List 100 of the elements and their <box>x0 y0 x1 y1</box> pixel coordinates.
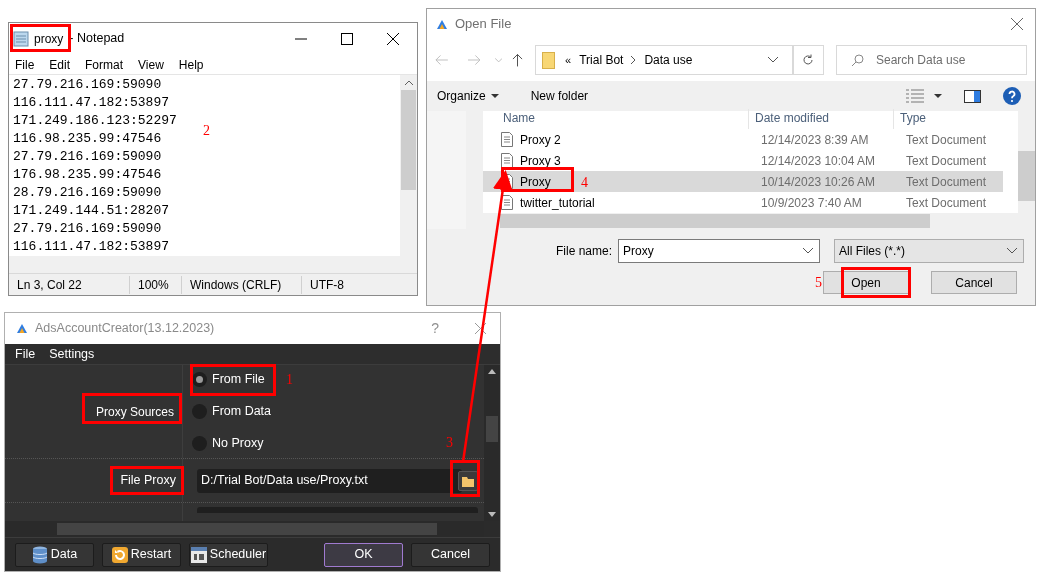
preview-pane-icon[interactable] <box>964 89 981 103</box>
address-bar[interactable]: « Trial Bot Data use <box>535 45 793 75</box>
file-type: Text Document <box>905 194 987 212</box>
browse-button[interactable] <box>458 470 478 491</box>
text-file-icon <box>501 195 513 210</box>
caret-icon <box>490 94 499 98</box>
menu-item[interactable]: File <box>15 55 35 74</box>
file-row[interactable]: Proxy 2 12/14/2023 8:39 AM Text Document <box>483 129 1003 150</box>
restart-button[interactable]: Restart <box>102 542 181 567</box>
search-icon <box>851 53 864 67</box>
scroll-down-icon[interactable] <box>488 512 496 517</box>
file-type: Text Document <box>905 173 987 191</box>
chevron-down-icon[interactable] <box>767 57 778 63</box>
maximize-icon[interactable] <box>341 32 353 45</box>
ok-button[interactable]: OK <box>324 542 403 567</box>
search-input[interactable]: Search Data use <box>876 51 1026 69</box>
text-file-icon <box>501 132 513 147</box>
vertical-scrollbar[interactable] <box>484 365 500 521</box>
radio-label[interactable]: No Proxy <box>212 433 264 453</box>
file-date: 12/14/2023 8:39 AM <box>760 131 870 149</box>
field-label: Proxy Sources <box>95 404 174 419</box>
text-line: 116.98.235.99:47546 <box>13 130 162 149</box>
caret-icon[interactable] <box>934 94 942 98</box>
help-icon[interactable] <box>1003 87 1021 105</box>
column-header[interactable]: Date modified <box>749 109 894 129</box>
step-number: 5 <box>815 276 822 290</box>
file-path-field[interactable]: D:/Trial Bot/Data use/Proxy.txt <box>197 468 462 493</box>
status-field: UTF-8 <box>301 275 401 294</box>
path-overflow[interactable]: « <box>565 51 572 69</box>
calendar-icon <box>190 546 207 563</box>
close-icon[interactable] <box>387 32 399 45</box>
scroll-up-icon[interactable] <box>404 80 413 86</box>
column-header[interactable]: Name <box>483 109 749 129</box>
app-logo-icon <box>17 324 27 333</box>
search-field[interactable]: Search Data use <box>836 45 1027 75</box>
path-segment[interactable]: Trial Bot <box>579 51 624 69</box>
highlight-frame <box>841 267 911 298</box>
window-title: - Notepad <box>69 30 125 48</box>
highlight-frame <box>450 460 480 497</box>
file-row[interactable]: twitter_tutorial 10/9/2023 7:40 AM Text Document <box>483 192 1003 213</box>
status-field: Windows (CRLF) <box>181 275 301 294</box>
up-arrow-icon[interactable] <box>512 53 524 67</box>
organize-menu-button[interactable]: Organize <box>435 87 501 105</box>
database-icon <box>31 545 48 564</box>
file-date: 12/14/2023 10:04 AM <box>760 152 877 170</box>
vertical-scrollbar[interactable] <box>400 75 417 257</box>
file-name: Proxy 2 <box>520 131 561 149</box>
file-row[interactable]: Proxy 3 12/14/2023 10:04 AM Text Document <box>483 150 1003 171</box>
cancel-button[interactable]: Cancel <box>931 271 1017 294</box>
window-title: AdsAccountCreator(13.12.2023) <box>35 320 215 338</box>
text-line: 171.249.186.123:52297 <box>13 112 177 131</box>
cancel-button[interactable]: Cancel <box>411 542 490 567</box>
file-date: 10/9/2023 7:40 AM <box>760 194 863 212</box>
folder-icon <box>542 51 556 69</box>
step-number: 3 <box>446 436 453 450</box>
window-title: proxy <box>34 30 64 48</box>
status-field: Ln 3, Col 22 <box>9 275 129 294</box>
scroll-thumb[interactable] <box>486 416 498 442</box>
step-number: 1 <box>286 373 293 387</box>
highlight-frame <box>10 24 71 52</box>
radio-label[interactable]: From Data <box>212 402 272 421</box>
field-label: File Proxy <box>120 472 176 490</box>
file-type: Text Document <box>905 131 987 149</box>
status-field: 100% <box>129 275 181 294</box>
chevron-down-icon <box>803 248 814 254</box>
file-type-dropdown[interactable]: All Files (*.*) <box>834 239 1025 263</box>
radio-label[interactable]: From File <box>212 370 265 390</box>
app-logo-icon <box>437 19 447 29</box>
text-line: 28.79.216.169:59090 <box>13 184 162 203</box>
step-number: 2 <box>203 124 210 138</box>
chevron-down-icon <box>1007 248 1018 254</box>
open-button[interactable]: Open <box>823 271 909 294</box>
new-folder-button[interactable]: New folder <box>528 87 591 105</box>
refresh-icon <box>802 54 815 66</box>
horizontal-scrollbar[interactable] <box>9 256 417 274</box>
text-line: 116.111.47.182:53897 <box>13 238 170 257</box>
scheduler-button[interactable]: Scheduler <box>189 542 268 567</box>
text-line: 171.249.144.51:28207 <box>13 202 170 221</box>
menu-item[interactable]: Edit <box>49 55 71 74</box>
step-number: 4 <box>581 176 588 190</box>
refresh-icon <box>111 546 128 563</box>
data-button[interactable]: Data <box>15 542 94 567</box>
file-name: Proxy <box>520 173 551 191</box>
menu-item[interactable]: Help <box>178 55 204 74</box>
file-name-field[interactable]: Proxy <box>618 239 821 263</box>
path-segment[interactable]: Data use <box>644 51 693 69</box>
chevron-right-icon <box>631 56 637 64</box>
text-line: 27.79.216.169:59090 <box>13 76 162 95</box>
refresh-button[interactable] <box>792 45 824 75</box>
file-date: 10/14/2023 10:26 AM <box>760 173 877 191</box>
menu-item[interactable]: File <box>15 344 36 364</box>
notepad-icon <box>13 30 29 47</box>
text-line: 116.111.47.182:53897 <box>13 94 170 113</box>
menu-item[interactable]: Settings <box>49 344 95 364</box>
text-line: 176.98.235.99:47546 <box>13 166 162 185</box>
menu-item[interactable]: Format <box>85 55 124 74</box>
menu-item[interactable]: View <box>138 55 164 74</box>
window-title: Open File <box>455 15 512 34</box>
column-header[interactable]: Type <box>894 109 994 129</box>
scroll-up-icon[interactable] <box>488 369 496 374</box>
